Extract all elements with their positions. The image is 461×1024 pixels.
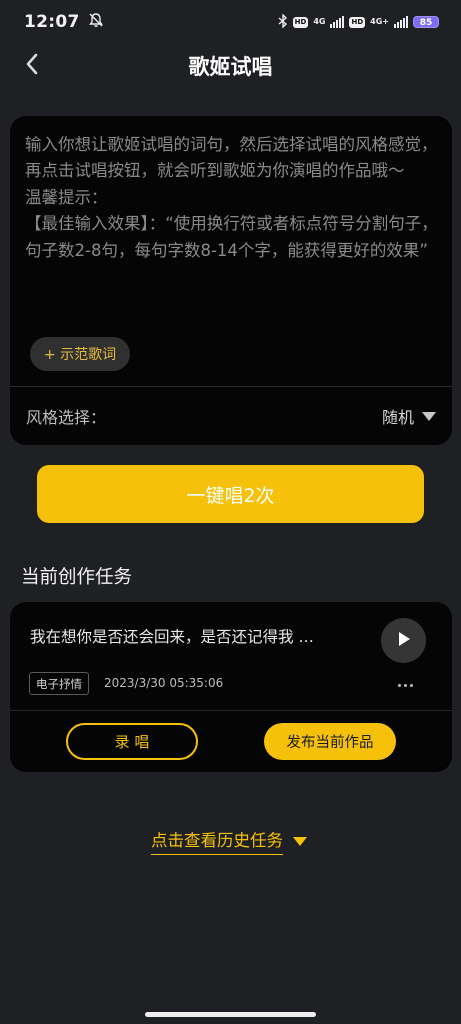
divider (10, 710, 452, 711)
dropdown-triangle-icon (422, 407, 436, 426)
network-type-2: 4G+ (370, 17, 389, 26)
demo-lyrics-button[interactable]: + 示范歌词 (30, 337, 130, 371)
hd-badge-1: HD (292, 16, 309, 28)
status-bar: 12:07 HD 4G HD 4G+ 85 (0, 0, 461, 44)
style-value: 随机 (381, 408, 414, 427)
sing-twice-button[interactable]: 一键唱2次 (37, 465, 424, 523)
play-icon (397, 631, 411, 651)
bluetooth-icon (278, 12, 288, 32)
back-button[interactable] (16, 50, 48, 82)
more-icon[interactable] (394, 680, 417, 691)
current-tasks-title: 当前创作任务 (21, 567, 133, 588)
hd-badge-2: HD (349, 16, 366, 28)
style-dropdown[interactable]: 随机 (382, 404, 436, 428)
signal-icon (330, 16, 345, 28)
task-lyric: 我在想你是否还会回来，是否还记得我 … (30, 628, 314, 646)
history-link[interactable]: 点击查看历史任务 (151, 827, 307, 855)
play-button[interactable] (381, 618, 426, 663)
task-card: 我在想你是否还会回来，是否还记得我 … 电子抒情 2023/3/30 05:35… (10, 602, 452, 772)
task-style-tag: 电子抒情 (29, 672, 89, 695)
status-right: HD 4G HD 4G+ 85 (278, 12, 439, 32)
battery-icon: 85 (413, 16, 439, 28)
back-arrow-icon (25, 53, 39, 79)
network-type-1: 4G (313, 17, 326, 26)
lyrics-input-card: 输入你想让歌姬试唱的词句，然后选择试唱的风格感觉，再点击试唱按钮，就会听到歌姬为… (10, 116, 452, 445)
task-timestamp: 2023/3/30 05:35:06 (104, 676, 224, 690)
record-button[interactable]: 录 唱 (66, 723, 198, 760)
lyrics-input[interactable]: 输入你想让歌姬试唱的词句，然后选择试唱的风格感觉，再点击试唱按钮，就会听到歌姬为… (25, 132, 439, 264)
style-label: 风格选择： (26, 408, 107, 427)
expand-triangle-icon (293, 832, 307, 851)
history-link-label: 点击查看历史任务 (151, 827, 283, 855)
style-select-row[interactable]: 风格选择： 随机 (10, 387, 452, 445)
nav-bar: 歌姬试唱 (0, 44, 461, 88)
bell-off-icon (88, 12, 104, 32)
status-time: 12:07 (24, 12, 80, 32)
status-left: 12:07 (24, 12, 104, 32)
page-title: 歌姬试唱 (188, 55, 273, 79)
signal-icon (394, 16, 408, 28)
home-indicator[interactable] (145, 1012, 316, 1017)
publish-button[interactable]: 发布当前作品 (264, 723, 396, 760)
